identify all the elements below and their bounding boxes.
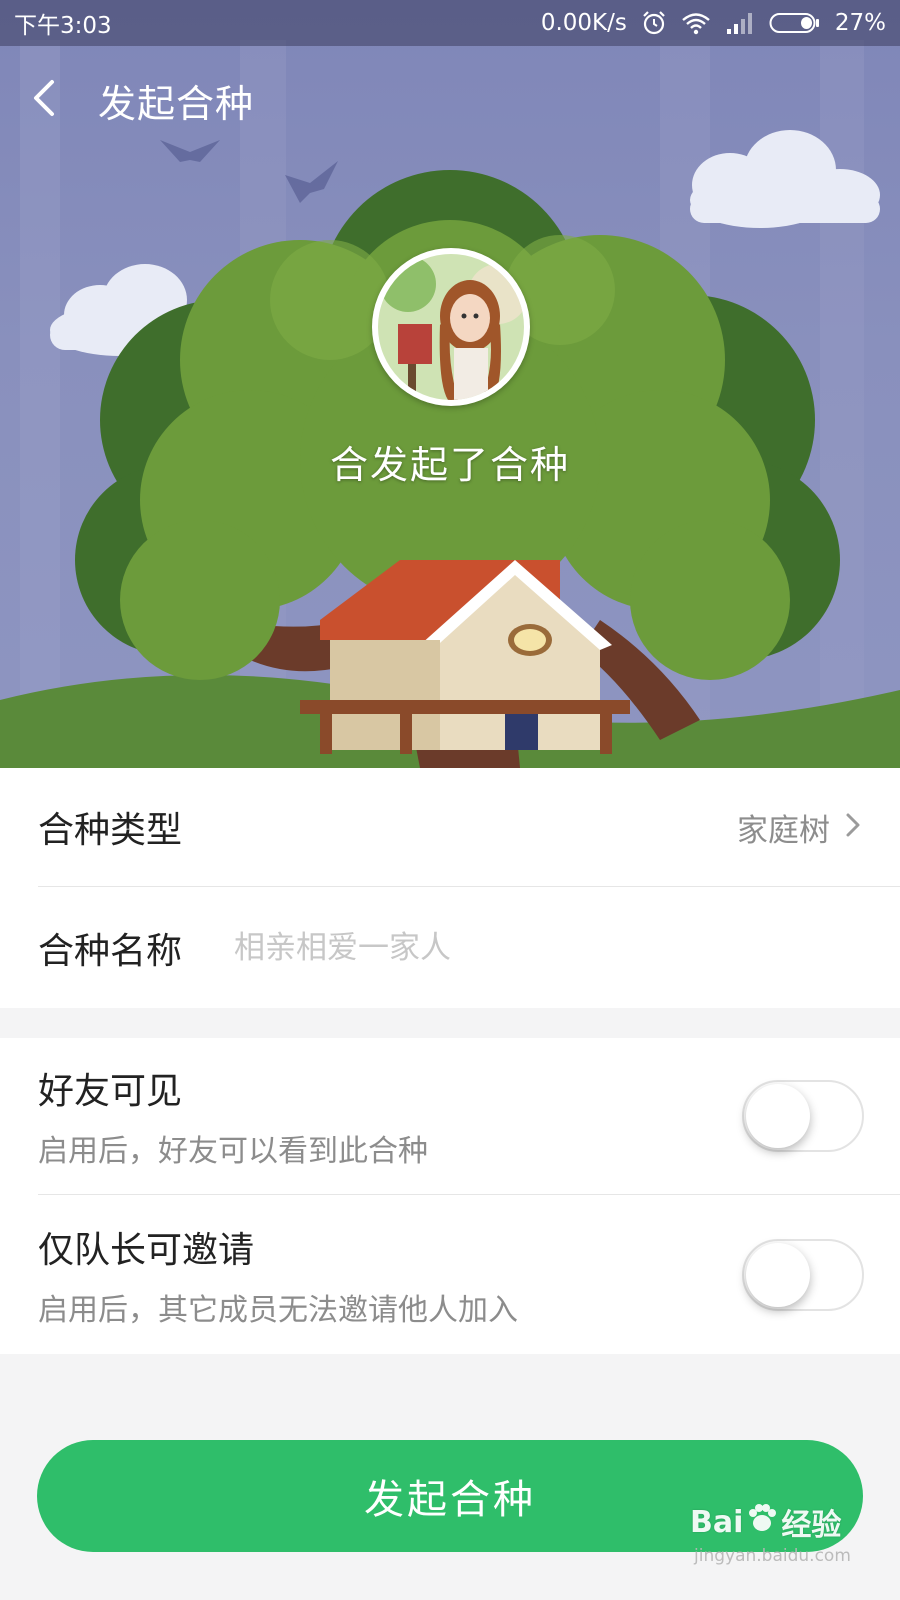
hero-caption: 合发起了合种 [329, 443, 570, 487]
type-row[interactable]: 合种类型 家庭树 [0, 768, 900, 886]
type-value: 家庭树 [737, 812, 830, 849]
battery-percent: 27% [834, 10, 886, 36]
status-bar: 下午3:03 0.00K/s 27% [0, 0, 900, 46]
page-title: 发起合种 [98, 81, 255, 126]
avatar [372, 248, 530, 406]
battery-icon [769, 11, 821, 35]
hero-banner: 下午3:03 0.00K/s 27% 发起合种 合发起了合种 [0, 0, 900, 768]
status-time: 下午3:03 [14, 13, 112, 39]
wifi-icon [681, 11, 711, 35]
name-input[interactable] [234, 929, 795, 966]
form-basic-section: 合种类型 家庭树 合种名称 [0, 768, 900, 1008]
back-button[interactable] [0, 58, 90, 142]
friends-visible-toggle[interactable] [742, 1080, 864, 1152]
option-row-captain-invite: 仅队长可邀请 启用后，其它成员无法邀请他人加入 [0, 1195, 900, 1354]
option-description: 启用后，其它成员无法邀请他人加入 [38, 1292, 518, 1328]
chevron-left-icon [30, 78, 60, 122]
option-row-friends-visible: 好友可见 启用后，好友可以看到此合种 [0, 1038, 900, 1194]
name-row: 合种名称 [0, 887, 900, 1008]
type-selector[interactable]: 家庭树 [737, 805, 862, 850]
option-description: 启用后，好友可以看到此合种 [38, 1134, 428, 1169]
options-section: 好友可见 启用后，好友可以看到此合种 仅队长可邀请 启用后，其它成员无法邀请他人… [0, 1038, 900, 1354]
option-title: 仅队长可邀请 [38, 1229, 255, 1271]
watermark-brand: Bai [690, 1504, 744, 1540]
signal-icon [725, 11, 755, 35]
network-speed: 0.00K/s [540, 10, 627, 36]
nav-bar: 发起合种 [0, 58, 900, 142]
watermark-url: jingyan.baidu.com [694, 1546, 851, 1566]
name-label: 合种名称 [38, 930, 183, 972]
type-label: 合种类型 [38, 810, 183, 851]
toggle-knob [746, 1084, 810, 1148]
watermark-suffix: 经验 [781, 1508, 842, 1543]
baidu-watermark: Bai 经验 jingyan.baidu.com [690, 1500, 890, 1590]
avatar-image [378, 254, 524, 400]
paw-icon [745, 1501, 779, 1543]
chevron-right-icon [844, 811, 862, 843]
alarm-icon [641, 10, 667, 36]
captain-invite-toggle[interactable] [742, 1238, 864, 1311]
option-title: 好友可见 [38, 1071, 183, 1112]
toggle-knob [746, 1242, 810, 1307]
